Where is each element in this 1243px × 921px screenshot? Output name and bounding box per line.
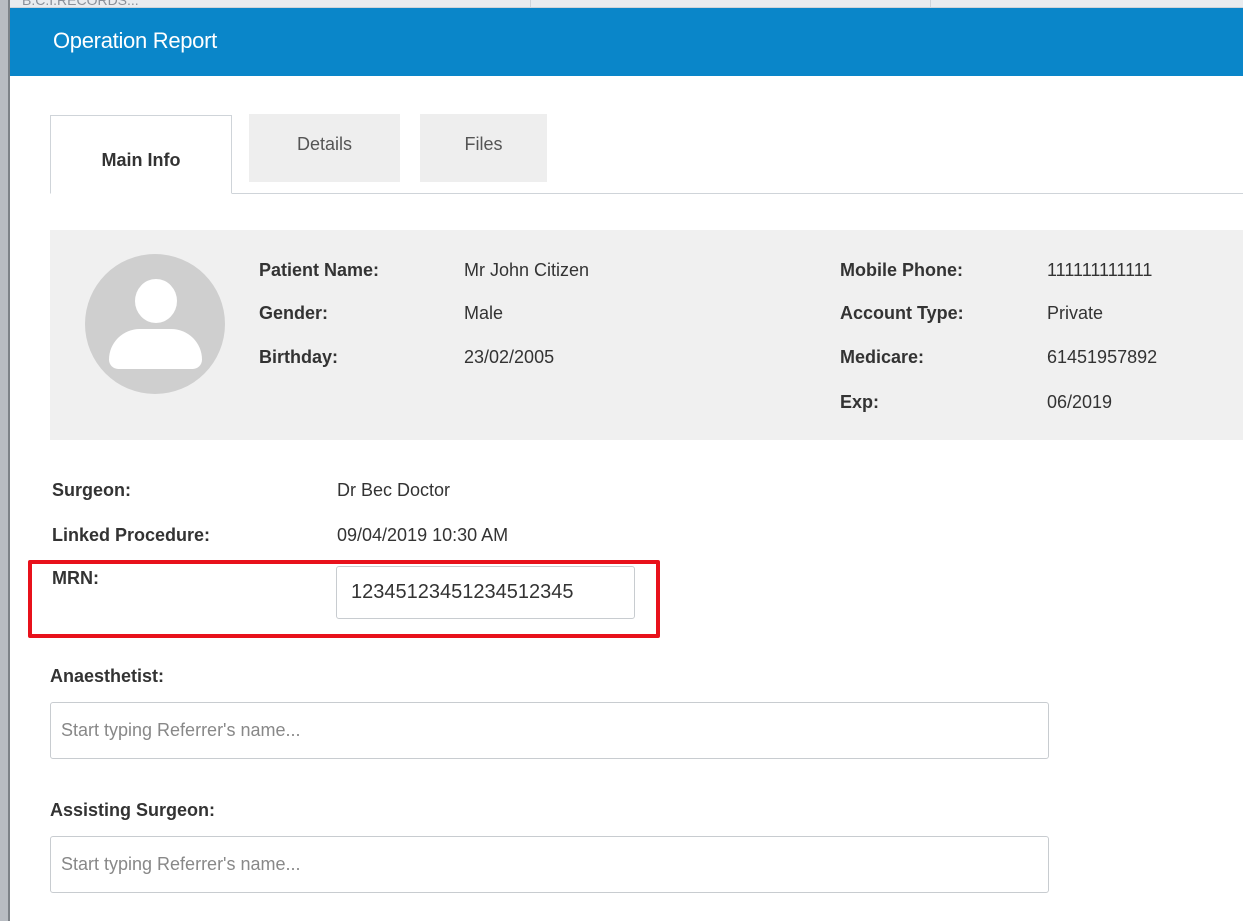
birthday-label: Birthday: xyxy=(259,347,339,367)
mobile-phone-label: Mobile Phone: xyxy=(840,260,963,280)
medicare-value: 61451957892 xyxy=(1047,347,1158,367)
account-type-value: Private xyxy=(1047,303,1104,323)
patient-summary-card: Patient Name: Mr John Citizen Gender: Ma… xyxy=(50,230,1243,440)
tab-bar: Main Info Details Files xyxy=(50,114,1243,194)
mrn-label: MRN: xyxy=(52,568,99,588)
tab-files[interactable]: Files xyxy=(420,114,547,182)
linked-procedure-label: Linked Procedure: xyxy=(52,525,211,545)
expiry-label: Exp: xyxy=(840,392,880,412)
patient-name-value: Mr John Citizen xyxy=(464,260,590,280)
operation-report-modal: Operation Report Main Info Details Files… xyxy=(10,8,1243,921)
birthday-value: 23/02/2005 xyxy=(464,347,555,367)
anaesthetist-input[interactable] xyxy=(50,702,1049,759)
mobile-phone-value: 111111111111 xyxy=(1047,260,1153,280)
modal-header: Operation Report xyxy=(10,8,1243,76)
gender-label: Gender: xyxy=(259,303,329,323)
background-cell-divider xyxy=(930,0,931,8)
mrn-input[interactable] xyxy=(336,566,635,619)
avatar-head xyxy=(135,279,177,323)
background-page-edge xyxy=(0,0,10,921)
patient-name-label: Patient Name: xyxy=(259,260,380,280)
account-type-label: Account Type: xyxy=(840,303,964,323)
gender-value: Male xyxy=(464,303,504,323)
anaesthetist-label: Anaesthetist: xyxy=(50,666,165,686)
surgeon-label: Surgeon: xyxy=(52,480,131,500)
modal-title: Operation Report xyxy=(53,28,217,53)
background-page-strip: B.C.I.RECORDS... xyxy=(0,0,1243,8)
avatar-body xyxy=(109,329,202,369)
surgeon-value: Dr Bec Doctor xyxy=(337,480,451,500)
background-cell-divider xyxy=(530,0,531,8)
tab-main-info[interactable]: Main Info xyxy=(50,115,232,194)
assisting-surgeon-label: Assisting Surgeon: xyxy=(50,800,216,820)
expiry-value: 06/2019 xyxy=(1047,392,1113,412)
user-avatar-icon xyxy=(85,254,225,394)
linked-procedure-value: 09/04/2019 10:30 AM xyxy=(337,525,509,545)
assisting-surgeon-input[interactable] xyxy=(50,836,1049,893)
tab-details[interactable]: Details xyxy=(249,114,400,182)
medicare-label: Medicare: xyxy=(840,347,925,367)
background-partial-text: B.C.I.RECORDS... xyxy=(22,0,139,8)
